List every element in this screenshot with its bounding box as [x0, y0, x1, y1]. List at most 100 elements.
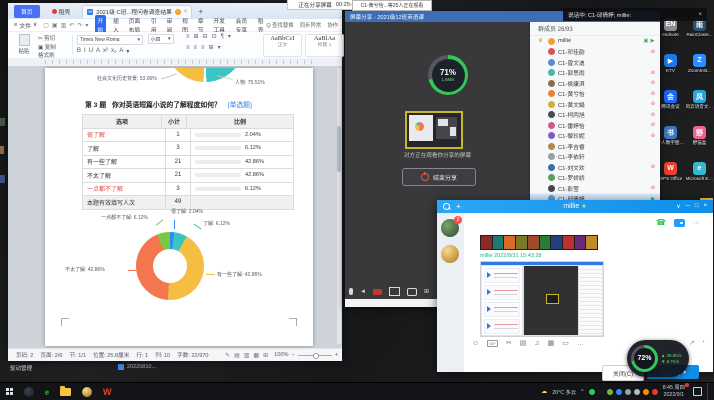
menu-tool[interactable]: 同步异常 [300, 21, 322, 29]
quick-icon[interactable]: ▾ [85, 22, 88, 29]
tab-close-icon[interactable]: × [184, 9, 188, 15]
member-row[interactable]: C1-柯丙旭 [530, 110, 660, 121]
voice-call-icon[interactable]: ☎ [656, 218, 666, 227]
desktop-icon[interactable]: 雨 RainClassr... [685, 16, 714, 52]
vertical-scrollbar[interactable] [337, 68, 341, 344]
tab-home[interactable]: 首页 [14, 5, 40, 18]
quick-icon[interactable]: ↶ [69, 22, 74, 29]
cpu-monitor-ball[interactable]: 71% 1.6M/s [428, 55, 468, 95]
zoom-out-button[interactable]: − [291, 352, 294, 358]
paragraph-button[interactable]: ¶ [221, 34, 224, 41]
menu-tool[interactable]: 协作 [327, 21, 338, 29]
member-row[interactable]: C1-侯康淇 [530, 78, 660, 89]
format-button[interactable]: U [89, 48, 93, 55]
weather-text[interactable]: 20°C 多云 [552, 388, 576, 396]
desktop-icon[interactable]: Z ZoomInst... [685, 52, 714, 88]
tray-icon[interactable] [616, 389, 622, 395]
view-mode-icon[interactable]: ▥ [244, 352, 250, 359]
zoom-slider-knob[interactable] [313, 353, 319, 359]
quick-icon[interactable]: ▥ [61, 22, 67, 29]
chat-tool-icon[interactable]: … [577, 340, 584, 347]
window-control[interactable]: ─ [686, 203, 690, 210]
window-control[interactable]: × [703, 203, 707, 210]
action-center-icon[interactable] [693, 387, 702, 396]
desktop-icon[interactable]: 风 风云语音文字转换器 [685, 88, 714, 124]
zoom-slider[interactable] [298, 355, 332, 356]
network-monitor-ball[interactable]: 72% ▲ 39.9K/s ▼ 8.7K/s [627, 340, 689, 377]
view-mode-icon[interactable]: ✎ [225, 352, 230, 359]
member-row[interactable]: C1-郭思雨 [530, 68, 660, 79]
taskbar-clock[interactable]: 8:45 周四 2022/9/1 [663, 385, 688, 397]
member-row[interactable]: C1-黄兮怡 [530, 89, 660, 100]
view-mode-icon[interactable]: ▤ [234, 352, 240, 359]
window-control[interactable]: ∨ [676, 203, 680, 210]
message-image-books[interactable] [480, 235, 598, 250]
video-call-icon[interactable] [674, 219, 685, 227]
alignment-button[interactable]: ▾ [218, 45, 221, 52]
zoom-in-button[interactable]: + [335, 352, 338, 358]
format-button[interactable]: A [119, 48, 123, 55]
meeting-app-icon[interactable] [24, 387, 34, 397]
member-row[interactable]: C1-彭莹 [530, 183, 660, 194]
contact-avatar[interactable] [441, 245, 459, 263]
tray-icon[interactable] [598, 389, 604, 395]
quick-icon[interactable]: ▢ [43, 22, 49, 29]
member-row[interactable]: C1-曾文迪 [530, 57, 660, 68]
search-icon[interactable] [443, 203, 450, 210]
desktop-icon[interactable]: ▶ KTV [656, 52, 685, 88]
desktop-icon[interactable]: e Microsoft Edge [685, 160, 714, 196]
camera-off-icon[interactable] [373, 289, 382, 295]
member-row[interactable]: millie [530, 36, 660, 47]
screen-share-icon[interactable] [389, 287, 400, 296]
speaker-icon[interactable]: ◄ [360, 289, 366, 295]
chat-tool-icon[interactable]: ✂ [506, 339, 512, 347]
chat-tool-icon[interactable]: ☺ [472, 340, 479, 347]
member-row[interactable]: C1-黄文娟 [530, 99, 660, 110]
format-button[interactable]: ▾ [126, 48, 129, 55]
format-button[interactable]: x₂ [111, 48, 116, 55]
desktop-icon[interactable]: W WPS Office [656, 160, 685, 196]
paragraph-button[interactable]: ⊡ [212, 34, 217, 41]
paragraph-button[interactable]: ⊟ [203, 34, 208, 41]
chat-tool-icon[interactable]: ▤ [520, 339, 527, 347]
add-icon[interactable]: + [456, 202, 461, 211]
format-button[interactable]: x² [103, 48, 108, 55]
format-button[interactable]: B [77, 48, 81, 55]
window-control[interactable]: □ [695, 203, 699, 210]
chat-tool-icon[interactable]: ▭ [562, 339, 569, 347]
qq-taskbar-icon[interactable] [82, 387, 92, 397]
layout-icon[interactable]: ⊞ [424, 288, 429, 295]
tray-icon[interactable] [652, 389, 658, 395]
expand-icon[interactable]: ↗ [689, 339, 695, 347]
tray-chevron-icon[interactable]: ^ [581, 389, 584, 395]
shared-screenshot-thumbnail[interactable] [480, 261, 604, 337]
wps-taskbar-icon[interactable]: W [103, 387, 112, 397]
file-explorer-icon[interactable] [60, 388, 71, 396]
style-card[interactable]: AaBlAa 标题 1 [305, 34, 344, 57]
tray-icon[interactable] [625, 389, 631, 395]
end-share-button[interactable]: 结束分享 [402, 168, 476, 186]
scrollbar-thumb[interactable] [337, 126, 341, 172]
document-page[interactable]: 社会文化历史背景: 53.06% 人物: 75.51% 第 3 题 你对英语短篇… [45, 68, 313, 346]
tray-icon[interactable] [643, 389, 649, 395]
format-button[interactable]: A [96, 48, 100, 55]
close-icon[interactable]: × [698, 12, 702, 18]
chat-tool-icon[interactable]: ♫ [534, 340, 539, 347]
paste-button[interactable]: 粘贴 [14, 34, 34, 55]
member-row[interactable]: C1-邓佳韵 [530, 47, 660, 58]
tray-icon[interactable] [607, 389, 613, 395]
menu-tool[interactable]: Q 查找替换 [266, 21, 293, 29]
member-row[interactable]: C1-李依轩 [530, 152, 660, 163]
quick-icon[interactable]: ▣ [52, 22, 58, 29]
browser-icon[interactable]: e [45, 387, 49, 397]
desktop-icon[interactable]: 野 野猫盒 [685, 124, 714, 160]
alignment-button[interactable]: ⊞ [209, 45, 214, 52]
paragraph-button[interactable]: ⊞ [194, 34, 199, 41]
paragraph-button[interactable]: ≡ [186, 34, 190, 41]
paragraph-button[interactable]: ▾ [228, 34, 231, 41]
cut-button[interactable]: ✂ 剪切 [38, 35, 56, 44]
start-button[interactable] [6, 388, 13, 395]
chat-titlebar[interactable]: + millie ★ ∨─□× [437, 200, 713, 213]
history-icon[interactable]: ◔ [701, 339, 705, 347]
tray-icon[interactable] [634, 389, 640, 395]
